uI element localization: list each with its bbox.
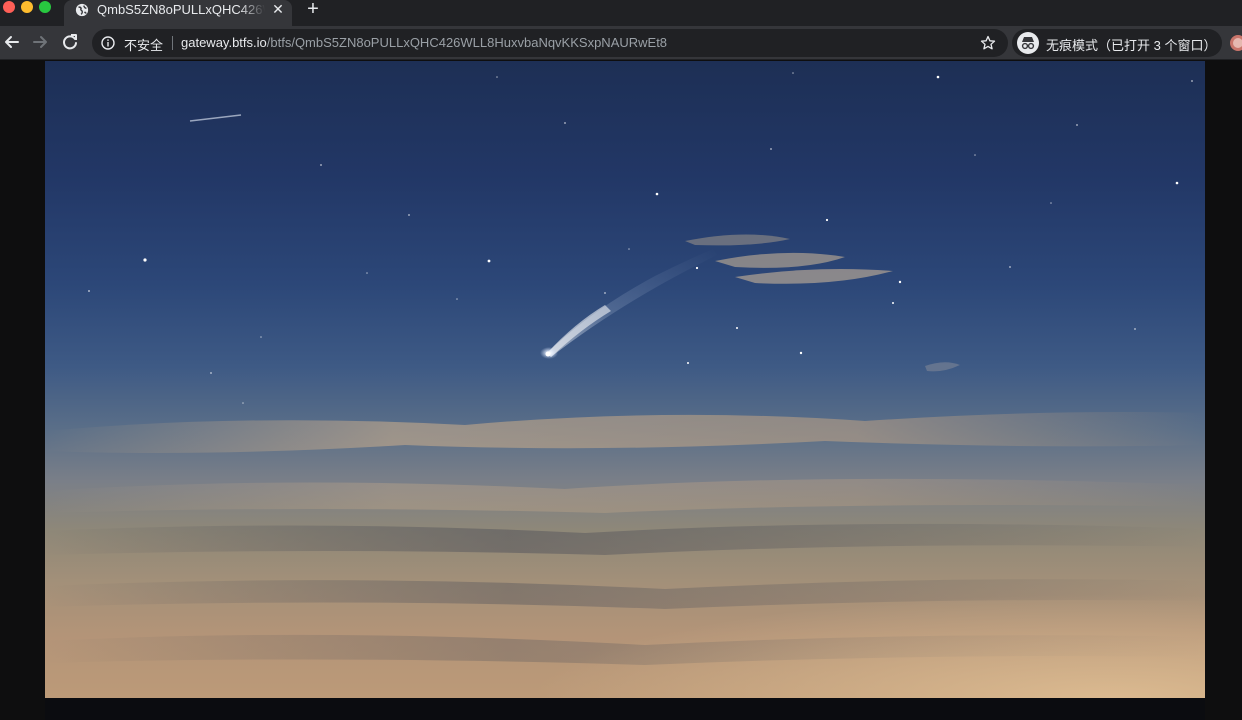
maximize-window-button[interactable] (39, 1, 51, 13)
new-tab-button[interactable]: + (304, 0, 322, 19)
photo-bottom-edge (45, 698, 1205, 720)
url-path: /btfs/QmbS5ZN8oPULLxQHC426WLL8HuxvbaNqvK… (266, 35, 668, 50)
close-icon[interactable]: ✕ (270, 1, 286, 17)
incognito-indicator[interactable]: 无痕模式（已打开 3 个窗口） (1012, 29, 1222, 57)
tab-active[interactable]: QmbS5ZN8oPULLxQHC426WLL8HuxvbaNqvKKSxpNA… (64, 0, 292, 26)
reload-icon[interactable] (60, 31, 80, 53)
tab-title: QmbS5ZN8oPULLxQHC426WLL8HuxvbaNqvKKSxpNA… (97, 2, 265, 17)
close-window-button[interactable] (3, 1, 15, 13)
tab-strip: QmbS5ZN8oPULLxQHC426WLL8HuxvbaNqvKKSxpNA… (0, 0, 1242, 26)
security-status[interactable]: 不安全 (124, 35, 163, 54)
address-bar[interactable]: 不安全 gateway.btfs.io/btfs/QmbS5ZN8oPULLxQ… (92, 29, 1008, 57)
forward-arrow-icon[interactable] (30, 31, 50, 53)
globe-icon (75, 3, 89, 17)
info-icon[interactable] (101, 36, 115, 50)
back-arrow-icon[interactable] (2, 31, 22, 53)
page-viewport (0, 61, 1242, 720)
url-host: gateway.btfs.io (181, 35, 267, 50)
extension-icon[interactable] (1230, 35, 1242, 51)
incognito-label: 无痕模式（已打开 3 个窗口） (1046, 38, 1217, 53)
comet-photo (45, 61, 1205, 698)
comet-photo-artwork (45, 72, 1205, 698)
address-divider (172, 36, 173, 50)
incognito-icon (1017, 32, 1039, 54)
star-icon[interactable] (980, 35, 996, 51)
url-text[interactable]: gateway.btfs.io/btfs/QmbS5ZN8oPULLxQHC42… (181, 35, 667, 50)
toolbar: 不安全 gateway.btfs.io/btfs/QmbS5ZN8oPULLxQ… (0, 26, 1242, 60)
minimize-window-button[interactable] (21, 1, 33, 13)
